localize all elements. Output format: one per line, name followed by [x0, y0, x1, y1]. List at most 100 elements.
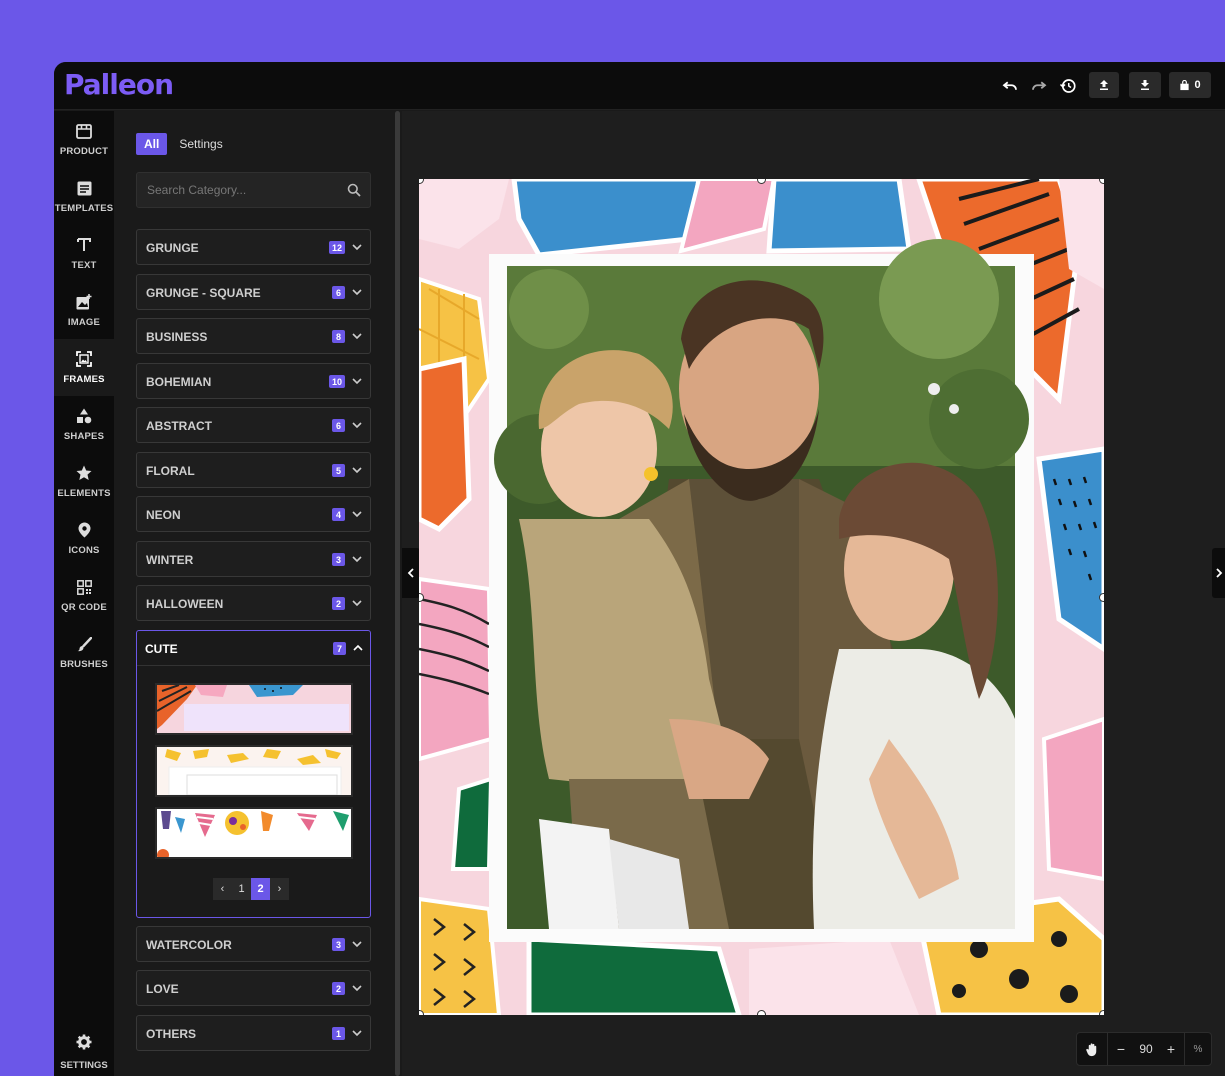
category-search [136, 172, 371, 208]
pagination: ‹ 1 2 › [213, 878, 289, 900]
pagination-prev[interactable]: ‹ [213, 878, 232, 900]
tab-all[interactable]: All [136, 133, 168, 155]
pagination-page-2[interactable]: 2 [251, 878, 270, 900]
frames-icon [75, 350, 93, 368]
zoom-unit: % [1193, 1043, 1203, 1055]
frame-artwork [419, 179, 1104, 1015]
nav-settings[interactable]: SETTINGS [54, 1028, 114, 1076]
download-icon [1141, 80, 1149, 90]
count-badge: 3 [332, 553, 345, 566]
panel-scrollbar[interactable] [395, 111, 400, 1076]
frames-panel: All Settings GRUNGE 12 GRUNGE - SQUARE 6… [114, 111, 394, 1076]
collapse-panel-button[interactable] [402, 548, 420, 598]
zoom-toolbar: − 90 + % [1076, 1032, 1212, 1066]
nav-shapes[interactable]: SHAPES [54, 396, 114, 453]
expand-right-panel-button[interactable] [1212, 548, 1225, 598]
chevron-down-icon [352, 333, 362, 340]
brush-icon [75, 635, 93, 653]
zoom-value[interactable]: 90 [1134, 1032, 1158, 1066]
nav-icons[interactable]: ICONS [54, 510, 114, 567]
tool-sidebar: PRODUCT TEMPLATES TEXT IMAGE FRAMES SHAP… [54, 111, 114, 1076]
gear-icon [76, 1034, 92, 1055]
pan-tool-button[interactable] [1077, 1032, 1107, 1066]
pagination-next[interactable]: › [270, 878, 289, 900]
templates-icon [75, 179, 93, 197]
text-icon [75, 236, 93, 254]
chevron-down-icon [352, 941, 362, 948]
chevron-right-icon [1215, 568, 1222, 578]
chevron-down-icon [352, 985, 362, 992]
frame-thumbnail[interactable] [155, 745, 353, 797]
count-badge: 8 [332, 330, 345, 343]
count-badge: 7 [333, 642, 346, 655]
cart-button[interactable]: 0 [1169, 72, 1211, 98]
chevron-down-icon [352, 1030, 362, 1037]
panel-tabs: All Settings [136, 133, 231, 155]
nav-text[interactable]: TEXT [54, 225, 114, 282]
upload-button[interactable] [1089, 72, 1119, 98]
qr-icon [75, 578, 93, 596]
nav-product[interactable]: PRODUCT [54, 111, 114, 168]
redo-icon[interactable] [1027, 74, 1051, 98]
chevron-down-icon [352, 422, 362, 429]
history-icon[interactable] [1056, 74, 1080, 98]
category-grunge-square[interactable]: GRUNGE - SQUARE 6 [136, 274, 371, 310]
frame-thumbnail[interactable] [155, 807, 353, 859]
search-icon[interactable] [347, 183, 361, 197]
chevron-down-icon [352, 289, 362, 296]
count-badge: 10 [328, 375, 345, 388]
pin-icon [75, 521, 93, 539]
count-badge: 1 [332, 1027, 345, 1040]
count-badge: 6 [332, 419, 345, 432]
resize-handle[interactable] [1099, 1010, 1104, 1015]
pagination-page-1[interactable]: 1 [232, 878, 251, 900]
chevron-up-icon [353, 644, 363, 651]
shapes-icon [75, 407, 93, 425]
zoom-out-button[interactable]: − [1108, 1032, 1134, 1066]
category-cute-header[interactable]: CUTE 7 [137, 631, 370, 666]
category-halloween[interactable]: HALLOWEEN 2 [136, 585, 371, 621]
count-badge: 3 [332, 938, 345, 951]
count-badge: 5 [332, 464, 345, 477]
nav-image[interactable]: IMAGE [54, 282, 114, 339]
category-neon[interactable]: NEON 4 [136, 496, 371, 532]
category-bohemian[interactable]: BOHEMIAN 10 [136, 363, 371, 399]
upload-icon [1100, 80, 1108, 90]
chevron-down-icon [352, 556, 362, 563]
category-cute-expanded: CUTE 7 ‹ 1 2 › [136, 630, 371, 918]
category-others[interactable]: OTHERS 1 [136, 1015, 371, 1051]
resize-handle[interactable] [1099, 593, 1104, 602]
star-icon [75, 464, 93, 482]
nav-brushes[interactable]: BRUSHES [54, 624, 114, 681]
nav-frames[interactable]: FRAMES [54, 339, 114, 396]
cart-count: 0 [1194, 79, 1201, 91]
count-badge: 2 [332, 597, 345, 610]
count-badge: 4 [332, 508, 345, 521]
category-watercolor[interactable]: WATERCOLOR 3 [136, 926, 371, 962]
canvas-document[interactable] [419, 179, 1104, 1015]
search-input[interactable] [137, 173, 337, 207]
nav-elements[interactable]: ELEMENTS [54, 453, 114, 510]
chevron-down-icon [352, 244, 362, 251]
top-bar: Palleon 0 [54, 62, 1225, 110]
category-winter[interactable]: WINTER 3 [136, 541, 371, 577]
category-love[interactable]: LOVE 2 [136, 970, 371, 1006]
download-button[interactable] [1129, 72, 1161, 98]
tab-settings[interactable]: Settings [171, 133, 230, 155]
chevron-down-icon [352, 600, 362, 607]
category-abstract[interactable]: ABSTRACT 6 [136, 407, 371, 443]
category-business[interactable]: BUSINESS 8 [136, 318, 371, 354]
resize-handle[interactable] [757, 1010, 766, 1015]
nav-qr-code[interactable]: QR CODE [54, 567, 114, 624]
frame-thumbnail[interactable] [155, 683, 353, 735]
nav-templates[interactable]: TEMPLATES [54, 168, 114, 225]
undo-icon[interactable] [998, 74, 1022, 98]
chevron-down-icon [352, 467, 362, 474]
category-grunge[interactable]: GRUNGE 12 [136, 229, 371, 265]
zoom-in-button[interactable]: + [1158, 1032, 1184, 1066]
chevron-down-icon [352, 378, 362, 385]
category-floral[interactable]: FLORAL 5 [136, 452, 371, 488]
chevron-down-icon [352, 511, 362, 518]
count-badge: 6 [332, 286, 345, 299]
chevron-left-icon [407, 568, 414, 578]
